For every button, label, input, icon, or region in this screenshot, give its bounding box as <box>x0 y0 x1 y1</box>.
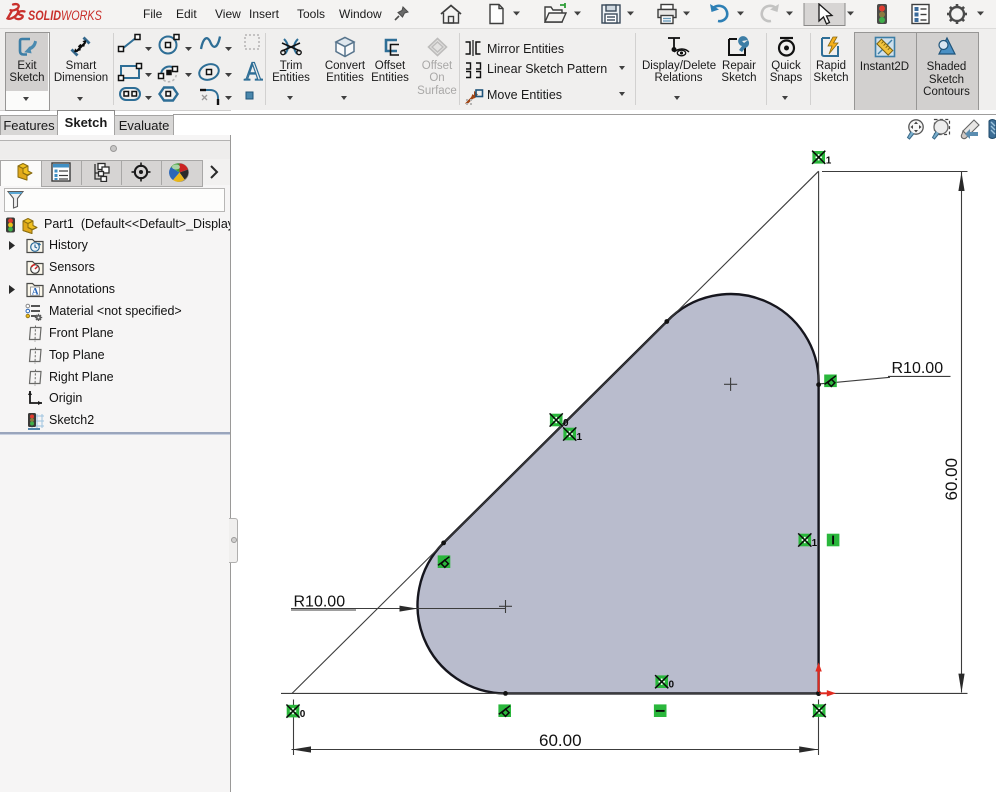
svg-text:A: A <box>244 57 263 86</box>
svg-text:A: A <box>32 288 39 298</box>
svg-text:60.00: 60.00 <box>942 458 961 501</box>
svg-text:60.00: 60.00 <box>539 731 582 750</box>
svg-text:R10.00: R10.00 <box>892 360 944 377</box>
svg-text:1: 1 <box>826 156 832 167</box>
svg-text:R10.00: R10.00 <box>294 594 346 611</box>
svg-text:0: 0 <box>669 680 675 691</box>
svg-text:1: 1 <box>812 538 818 549</box>
svg-text:1: 1 <box>577 432 583 443</box>
svg-text:0: 0 <box>300 709 306 720</box>
